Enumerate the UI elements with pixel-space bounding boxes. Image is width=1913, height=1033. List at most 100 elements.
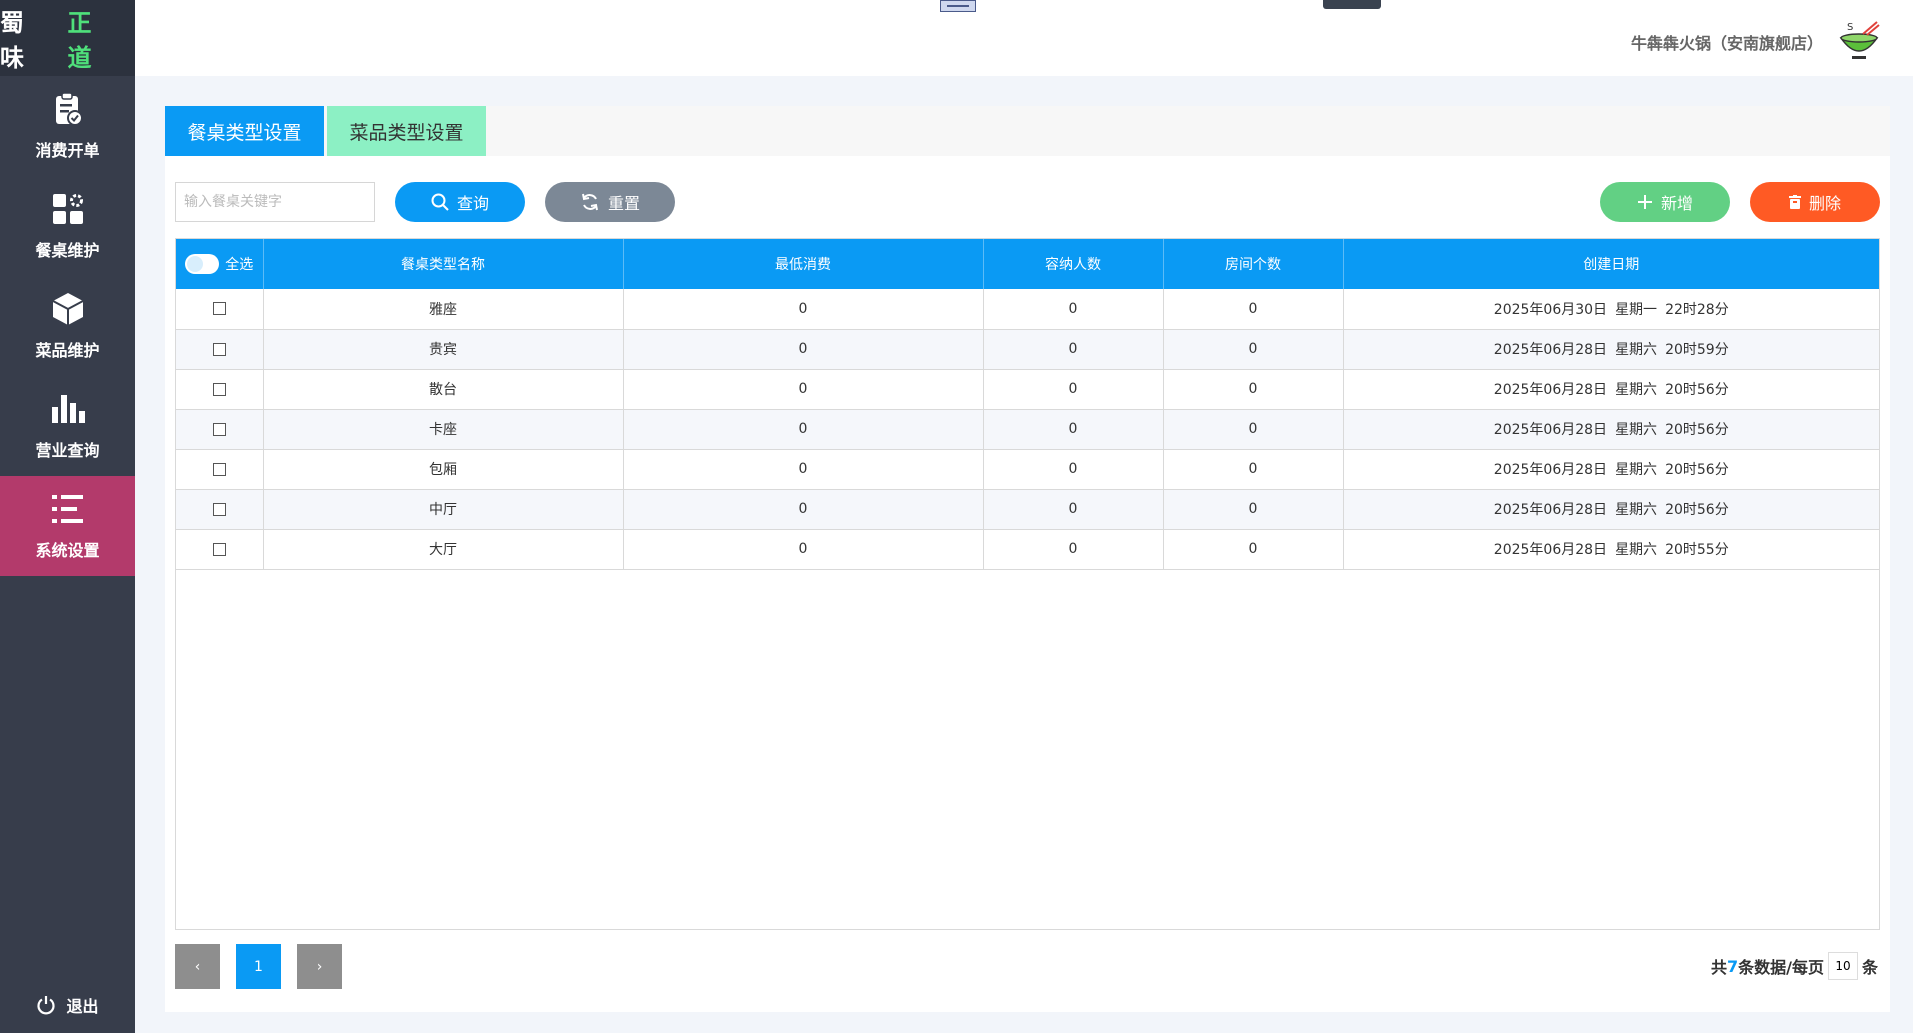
logout-button[interactable]: 退出 <box>0 993 135 1017</box>
page-number-button[interactable]: 1 <box>236 944 281 989</box>
tab-bar: 餐桌类型设置 菜品类型设置 <box>165 106 1890 156</box>
created-date-cell: 2025年06月30日 星期一 22时28分 <box>1343 289 1879 330</box>
created-date-cell: 2025年06月28日 星期六 20时56分 <box>1343 489 1879 530</box>
date-text: 2025年06月28日 <box>1493 342 1608 358</box>
select-all-label: 全选 <box>225 257 254 273</box>
table-row[interactable]: 散台 0 0 0 2025年06月28日 星期六 20时56分 <box>176 369 1879 410</box>
select-all-header[interactable]: 全选 <box>176 239 264 289</box>
row-checkbox[interactable] <box>212 542 226 556</box>
time-text: 22时28分 <box>1665 301 1729 318</box>
table-row[interactable]: 雅座 0 0 0 2025年06月30日 星期一 22时28分 <box>176 289 1879 330</box>
table-row[interactable]: 包厢 0 0 0 2025年06月28日 星期六 20时56分 <box>176 449 1879 490</box>
row-select-cell[interactable] <box>176 449 264 490</box>
cube-icon <box>50 291 86 327</box>
page-info-prefix: 共 <box>1710 958 1727 977</box>
date-text: 2025年06月28日 <box>1493 462 1608 478</box>
weekday-text: 星期六 <box>1615 502 1658 518</box>
page-info-suffix: 条 <box>1861 958 1878 977</box>
capacity-cell: 0 <box>983 369 1164 410</box>
room-count-cell: 0 <box>1163 289 1344 330</box>
brand-logo: 蜀 味 正 道 <box>0 0 135 76</box>
hotpot-bowl-icon: S <box>1837 20 1881 60</box>
total-count: 7 <box>1726 956 1739 976</box>
sidebar-item-billing[interactable]: 消费开单 <box>0 76 135 176</box>
sidebar-item-dishes[interactable]: 菜品维护 <box>0 276 135 376</box>
table-row[interactable]: 贵宾 0 0 0 2025年06月28日 星期六 20时59分 <box>176 329 1879 370</box>
delete-button[interactable]: 删除 <box>1750 182 1880 222</box>
created-date-cell: 2025年06月28日 星期六 20时56分 <box>1343 369 1879 410</box>
main-panel: 餐桌类型设置 菜品类型设置 查询 重置 新增 删除 <box>165 106 1890 1012</box>
sidebar-item-tables[interactable]: 餐桌维护 <box>0 176 135 276</box>
sidebar-item-label: 菜品维护 <box>35 341 100 360</box>
sidebar-item-settings[interactable]: 系统设置 <box>0 476 135 576</box>
add-button-label: 新增 <box>1660 194 1693 213</box>
row-select-cell[interactable] <box>176 289 264 330</box>
row-checkbox[interactable] <box>212 342 226 356</box>
type-name-cell: 贵宾 <box>263 329 624 370</box>
page-info-mid: 条数据/每页 <box>1738 958 1824 977</box>
next-page-button[interactable]: › <box>297 944 342 989</box>
min-spend-cell: 0 <box>623 489 984 530</box>
grid-apps-icon <box>50 191 86 227</box>
tab-dish-types[interactable]: 菜品类型设置 <box>327 106 486 156</box>
row-checkbox[interactable] <box>212 502 226 516</box>
capacity-cell: 0 <box>983 529 1164 570</box>
capacity-cell: 0 <box>983 449 1164 490</box>
tab-table-types[interactable]: 餐桌类型设置 <box>165 106 324 156</box>
weekday-text: 星期六 <box>1615 542 1658 558</box>
row-checkbox[interactable] <box>212 422 226 436</box>
reset-button[interactable]: 重置 <box>545 182 675 222</box>
weekday-text: 星期六 <box>1615 422 1658 438</box>
brand-text-1: 蜀 味 <box>0 9 30 72</box>
row-checkbox[interactable] <box>212 382 226 396</box>
row-checkbox[interactable] <box>212 302 226 316</box>
select-all-toggle[interactable] <box>185 254 220 274</box>
room-count-cell: 0 <box>1163 449 1344 490</box>
page-info: 共 7 条数据/每页 条 <box>1711 952 1878 980</box>
row-select-cell[interactable] <box>176 329 264 370</box>
min-spend-cell: 0 <box>623 289 984 330</box>
search-button-label: 查询 <box>456 194 489 213</box>
type-name-cell: 雅座 <box>263 289 624 330</box>
date-text: 2025年06月30日 <box>1493 301 1608 318</box>
data-table: 全选 餐桌类型名称 最低消费 容纳人数 房间个数 创建日期 雅座 0 0 0 2025年… <box>175 238 1880 930</box>
header: 牛犇犇火锅（安南旗舰店） S <box>135 0 1913 76</box>
weekday-text: 星期六 <box>1615 382 1658 398</box>
refresh-icon <box>582 193 598 211</box>
page-size-input[interactable] <box>1827 952 1858 980</box>
logout-label: 退出 <box>66 997 99 1016</box>
window-decoration <box>940 0 976 12</box>
search-button[interactable]: 查询 <box>395 182 525 222</box>
date-text: 2025年06月28日 <box>1493 382 1608 398</box>
table-row[interactable]: 大厅 0 0 0 2025年06月28日 星期六 20时55分 <box>176 529 1879 570</box>
prev-page-button[interactable]: ‹ <box>175 944 220 989</box>
row-select-cell[interactable] <box>176 529 264 570</box>
room-count-cell: 0 <box>1163 369 1344 410</box>
sidebar-item-reports[interactable]: 营业查询 <box>0 376 135 476</box>
time-text: 20时56分 <box>1665 382 1729 398</box>
min-spend-cell: 0 <box>623 409 984 450</box>
column-header: 餐桌类型名称 <box>263 239 624 289</box>
search-input[interactable] <box>175 182 375 222</box>
min-spend-cell: 0 <box>623 529 984 570</box>
sidebar-item-label: 消费开单 <box>35 141 100 160</box>
svg-text:S: S <box>1847 22 1853 33</box>
row-checkbox[interactable] <box>212 462 226 476</box>
table-row[interactable]: 卡座 0 0 0 2025年06月28日 星期六 20时56分 <box>176 409 1879 450</box>
row-select-cell[interactable] <box>176 409 264 450</box>
add-button[interactable]: 新增 <box>1600 182 1730 222</box>
min-spend-cell: 0 <box>623 449 984 490</box>
capacity-cell: 0 <box>983 489 1164 530</box>
capacity-cell: 0 <box>983 409 1164 450</box>
table-row[interactable]: 中厅 0 0 0 2025年06月28日 星期六 20时56分 <box>176 489 1879 530</box>
delete-button-label: 删除 <box>1808 194 1841 213</box>
room-count-cell: 0 <box>1163 489 1344 530</box>
row-select-cell[interactable] <box>176 489 264 530</box>
row-select-cell[interactable] <box>176 369 264 410</box>
time-text: 20时56分 <box>1665 422 1729 438</box>
clipboard-check-icon <box>50 91 86 127</box>
sidebar-item-label: 系统设置 <box>35 541 100 560</box>
type-name-cell: 大厅 <box>263 529 624 570</box>
weekday-text: 星期六 <box>1615 462 1658 478</box>
weekday-text: 星期一 <box>1615 301 1658 318</box>
